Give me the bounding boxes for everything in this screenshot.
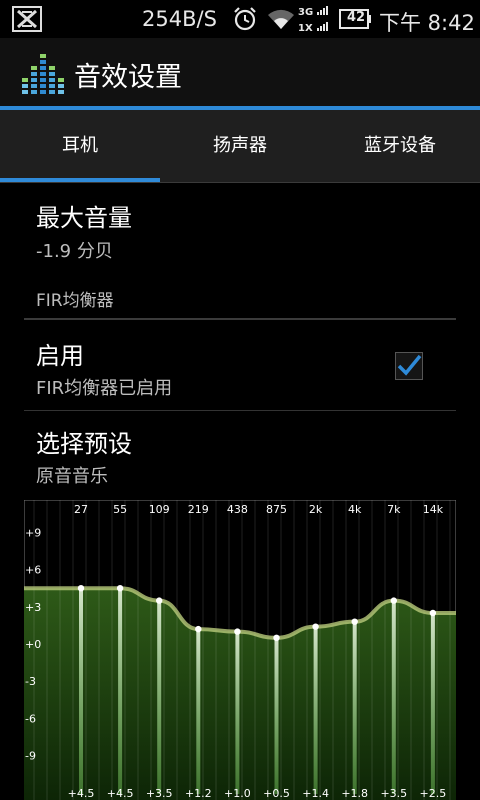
tab-bar-divider (0, 182, 480, 183)
eq-band-handle[interactable] (273, 634, 280, 641)
eq-db-scale-label: -6 (25, 712, 36, 725)
eq-frequency-label: 27 (74, 503, 88, 516)
page-title: 音效设置 (74, 62, 182, 93)
eq-band-slider[interactable] (196, 629, 201, 794)
battery-level: 42 (346, 10, 366, 25)
eq-band-handle[interactable] (351, 618, 358, 625)
eq-gain-value-label: +2.5 (420, 787, 447, 800)
eq-db-scale-label: +3 (25, 601, 41, 614)
eq-frequency-label: 875 (266, 503, 287, 516)
eq-band-handle[interactable] (312, 623, 319, 630)
eq-db-scale-label: -3 (25, 675, 36, 688)
select-preset-preference[interactable]: 选择预设 原音音乐 (24, 412, 456, 496)
eq-frequency-label: 7k (387, 503, 401, 516)
list-divider (24, 410, 456, 411)
enable-summary: FIR均衡器已启用 (36, 378, 173, 399)
eq-band-handle[interactable] (429, 609, 437, 617)
enable-preference[interactable]: 启用 FIR均衡器已启用 (24, 322, 456, 410)
eq-band-handle[interactable] (156, 597, 163, 604)
eq-db-scale-label: -9 (25, 750, 36, 763)
preset-title: 选择预设 (36, 430, 132, 458)
fir-equalizer-graph[interactable]: 27 55 109 219 438 875 2k 4k 7k 14k +9 +6 +3 +0 -3 -6 -9… (24, 500, 456, 800)
alarm-icon (234, 7, 256, 31)
eq-gain-value-label: +1.8 (341, 787, 368, 800)
eq-band-slider[interactable] (118, 588, 123, 794)
eq-frequency-label: 55 (113, 503, 127, 516)
eq-gain-value-label: +0.5 (263, 787, 290, 800)
eq-gain-value-label: +1.0 (224, 787, 251, 800)
eq-band-slider[interactable] (274, 637, 279, 794)
network-speed: 254B/S (142, 7, 217, 31)
eq-gain-value-label: +1.4 (302, 787, 329, 800)
app-notification-icon (12, 6, 42, 32)
eq-band-handle[interactable] (390, 597, 397, 604)
enable-title: 启用 (36, 342, 84, 370)
status-bar: 254B/S 3G 1X 42 下午 8:42 (0, 0, 480, 38)
eq-frequency-label: 109 (149, 503, 170, 516)
eq-band-handle[interactable] (77, 585, 85, 592)
tab-bluetooth-devices[interactable]: 蓝牙设备 (320, 110, 480, 182)
eq-gain-value-label: +4.5 (68, 787, 95, 800)
max-volume-preference[interactable]: 最大音量 -1.9 分贝 (24, 190, 456, 270)
eq-band-slider[interactable] (313, 626, 318, 794)
wifi-icon (268, 9, 294, 29)
eq-band-slider[interactable] (391, 600, 396, 794)
eq-band-slider[interactable] (430, 613, 435, 794)
action-bar: 音效设置 (0, 38, 480, 110)
eq-db-scale-label: +6 (25, 564, 41, 577)
enable-checkbox[interactable] (395, 352, 423, 380)
cellular-signal-icon: 3G 1X (298, 6, 328, 33)
eq-gain-value-label: +3.5 (146, 787, 173, 800)
eq-gain-value-label: +1.2 (185, 787, 212, 800)
eq-db-scale-label: +0 (25, 638, 41, 651)
eq-band-slider[interactable] (79, 588, 83, 794)
tab-headphones[interactable]: 耳机 (0, 110, 160, 182)
eq-gain-value-label: +3.5 (380, 787, 407, 800)
eq-gain-value-label: +4.5 (107, 787, 134, 800)
eq-frequency-label: 2k (309, 503, 323, 516)
clock: 下午 8:42 (379, 11, 475, 35)
svg-text:3G: 3G (298, 7, 313, 18)
eq-frequency-label: 438 (227, 503, 248, 516)
app-logo-equalizer-icon[interactable] (20, 52, 64, 94)
eq-band-handle[interactable] (116, 585, 124, 592)
checkmark-icon (397, 354, 422, 376)
eq-band-slider[interactable] (157, 600, 162, 794)
eq-frequency-label: 14k (423, 503, 444, 516)
svg-text:1X: 1X (298, 23, 313, 33)
max-volume-value: -1.9 分贝 (36, 241, 113, 262)
eq-band-handle[interactable] (195, 625, 202, 633)
max-volume-title: 最大音量 (36, 204, 132, 232)
preset-value: 原音音乐 (36, 466, 108, 487)
eq-frequency-label: 219 (188, 503, 209, 516)
eq-frequency-label: 4k (348, 503, 362, 516)
eq-db-scale-label: +9 (25, 526, 41, 539)
eq-band-slider[interactable] (235, 631, 240, 794)
eq-band-handle[interactable] (234, 628, 241, 635)
fir-section-header: FIR均衡器 (36, 291, 114, 311)
eq-band-slider[interactable] (352, 621, 357, 794)
tab-speaker[interactable]: 扬声器 (160, 110, 320, 182)
tab-bar: 耳机 扬声器 蓝牙设备 (0, 110, 480, 182)
section-divider (24, 318, 456, 320)
